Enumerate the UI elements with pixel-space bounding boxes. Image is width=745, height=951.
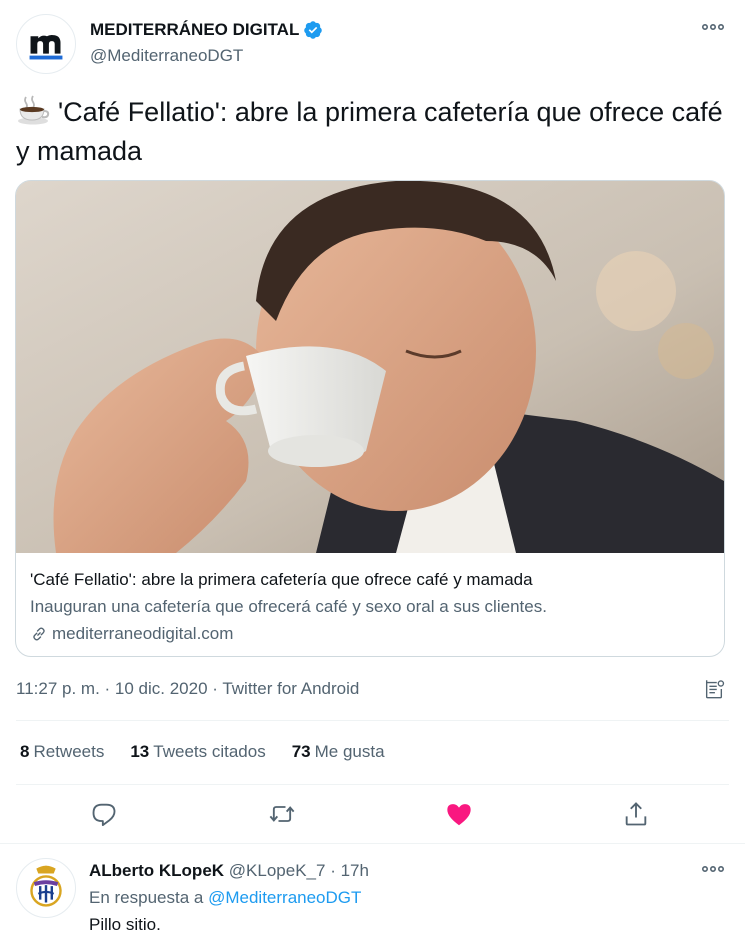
- retweets-stat[interactable]: 8 Retweets: [20, 742, 104, 762]
- card-image[interactable]: [16, 181, 724, 553]
- like-button[interactable]: [445, 800, 473, 828]
- author-name-row[interactable]: MEDITERRÁNEO DIGITAL: [90, 20, 323, 40]
- more-options-icon[interactable]: [701, 862, 725, 876]
- verified-badge-icon: [304, 21, 323, 39]
- retweet-button[interactable]: [268, 800, 296, 828]
- divider: [16, 784, 729, 785]
- link-card[interactable]: 'Café Fellatio': abre la primera cafeter…: [15, 180, 725, 657]
- card-domain[interactable]: mediterraneodigital.com: [52, 624, 233, 644]
- reply-icon: [92, 803, 116, 827]
- share-icon: [625, 802, 647, 826]
- reply-header: ALberto KLopeK @KLopeK_7 · 17h: [89, 861, 369, 881]
- retweet-icon: [269, 806, 295, 822]
- tweet-meta[interactable]: 11:27 p. m. · 10 dic. 2020 · Twitter for…: [16, 679, 359, 699]
- reply-to-mention[interactable]: @MediterraneoDGT: [208, 888, 361, 907]
- tweet-stats: 8 Retweets 13 Tweets citados 73 Me gusta: [20, 742, 385, 762]
- reply-time[interactable]: 17h: [341, 861, 369, 880]
- reply-text: Pillo sitio.: [89, 915, 161, 934]
- quotes-stat[interactable]: 13 Tweets citados: [130, 742, 265, 762]
- card-title[interactable]: 'Café Fellatio': abre la primera cafeter…: [30, 570, 533, 590]
- card-description[interactable]: Inauguran una cafetería que ofrecerá caf…: [30, 597, 547, 617]
- heart-filled-icon: [447, 804, 471, 826]
- reply-prefix: En respuesta a: [89, 888, 204, 907]
- share-button[interactable]: [622, 800, 650, 828]
- tweet-text: 'Café Fellatio': abre la primera cafeter…: [16, 97, 723, 166]
- reply-separator: ·: [330, 861, 336, 880]
- author-avatar[interactable]: [16, 14, 76, 74]
- likes-stat[interactable]: 73 Me gusta: [292, 742, 385, 762]
- divider: [0, 843, 745, 844]
- hot-beverage-icon: [18, 95, 50, 125]
- reply-author-handle[interactable]: @KLopeK_7: [229, 861, 326, 880]
- real-madrid-crest-icon: [30, 865, 62, 907]
- reply-author-name[interactable]: ALberto KLopeK: [89, 861, 224, 880]
- card-domain-row[interactable]: mediterraneodigital.com: [30, 624, 233, 644]
- divider: [16, 720, 729, 721]
- reply-context: En respuesta a @MediterraneoDGT: [89, 888, 361, 908]
- author-handle[interactable]: @MediterraneoDGT: [90, 46, 243, 66]
- reply-button[interactable]: [90, 800, 118, 828]
- analytics-icon[interactable]: [703, 678, 725, 700]
- link-icon: [33, 627, 45, 641]
- more-options-icon[interactable]: [701, 20, 725, 34]
- man-drinking-coffee-image: [16, 181, 724, 553]
- author-name[interactable]: MEDITERRÁNEO DIGITAL: [90, 20, 299, 40]
- mediterraneo-logo: [29, 34, 63, 60]
- reply-author-avatar[interactable]: [16, 858, 76, 918]
- tweet-text-block: 'Café Fellatio': abre la primera cafeter…: [16, 93, 726, 171]
